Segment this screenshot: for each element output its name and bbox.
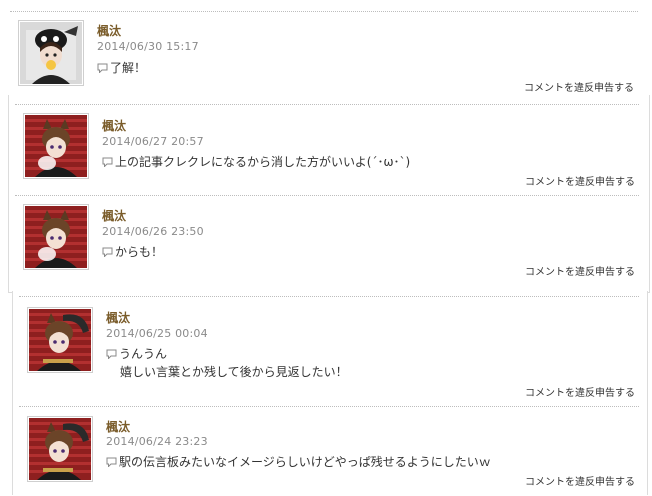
avatar-image [25, 206, 87, 268]
avatar[interactable] [18, 20, 84, 86]
comment-body: うんうん 嬉しい言葉とか残して後から見返したい！ [106, 346, 348, 381]
comment-body: 上の記事クレクレになるから消した方がいいよ(´･ω･`) [102, 154, 410, 172]
avatar[interactable] [23, 113, 89, 179]
comment-date: 2014/06/27 20:57 [102, 135, 204, 148]
comment-thread-level-2: 楓汰 2014/06/27 20:57 上の記事クレクレになるから消した方がいい… [8, 95, 650, 293]
comment-item: 楓汰 2014/06/27 20:57 上の記事クレクレになるから消した方がいい… [15, 104, 639, 196]
comment-text: 了解！ [110, 61, 147, 75]
comment-text: うんうん [119, 347, 168, 361]
report-comment-link[interactable]: コメントを違反申告する [525, 384, 635, 399]
comment-thread-level-3: 楓汰 2014/06/25 00:04 うんうん 嬉しい言葉とか残して後から見返… [12, 291, 648, 495]
report-comment-link[interactable]: コメントを違反申告する [525, 173, 635, 188]
comment-item: 楓汰 2014/06/30 15:17 了解！ コメントを違反申告する [10, 11, 638, 96]
comment-text: 駅の伝言板みたいなイメージらしいけどやっぱ残せるようにしたいｗ [119, 455, 491, 469]
comment-thread-level-1: 楓汰 2014/06/30 15:17 了解！ コメントを違反申告する [0, 0, 652, 96]
avatar-image [29, 309, 91, 371]
speech-bubble-icon [106, 455, 117, 472]
comment-author[interactable]: 楓汰 [102, 117, 126, 134]
comment-text-line-2: 嬉しい言葉とか残して後から見返したい！ [120, 365, 348, 379]
comment-text: 上の記事クレクレになるから消した方がいいよ(´･ω･`) [115, 155, 411, 169]
report-comment-link[interactable]: コメントを違反申告する [524, 79, 634, 94]
comment-body: 駅の伝言板みたいなイメージらしいけどやっぱ残せるようにしたいｗ [106, 454, 491, 472]
avatar-image [25, 115, 87, 177]
comment-item: 楓汰 2014/06/26 23:50 からも！ コメントを違反申告する [15, 195, 639, 286]
speech-bubble-icon [97, 61, 108, 78]
comment-author[interactable]: 楓汰 [102, 207, 126, 224]
comment-date: 2014/06/25 00:04 [106, 327, 208, 340]
avatar-image [20, 22, 82, 84]
comment-item: 楓汰 2014/06/24 23:23 駅の伝言板みたいなイメージらしいけどやっ… [19, 406, 639, 496]
comment-line: うんうん [106, 346, 348, 364]
avatar[interactable] [27, 416, 93, 482]
comment-author[interactable]: 楓汰 [106, 418, 130, 435]
avatar-image [29, 418, 91, 480]
comment-date: 2014/06/26 23:50 [102, 225, 204, 238]
comment-date: 2014/06/24 23:23 [106, 435, 208, 448]
report-comment-link[interactable]: コメントを違反申告する [525, 263, 635, 278]
avatar[interactable] [27, 307, 93, 373]
comment-body: 了解！ [97, 60, 146, 78]
comment-date: 2014/06/30 15:17 [97, 40, 199, 53]
comment-author[interactable]: 楓汰 [106, 309, 130, 326]
comment-body: からも！ [102, 244, 163, 262]
speech-bubble-icon [102, 245, 113, 262]
report-comment-link[interactable]: コメントを違反申告する [525, 473, 635, 488]
speech-bubble-icon [102, 155, 113, 172]
comment-item: 楓汰 2014/06/25 00:04 うんうん 嬉しい言葉とか残して後から見返… [19, 296, 639, 407]
avatar[interactable] [23, 204, 89, 270]
comment-text: からも！ [115, 245, 164, 259]
speech-bubble-icon [106, 347, 117, 364]
comment-author[interactable]: 楓汰 [97, 22, 121, 39]
